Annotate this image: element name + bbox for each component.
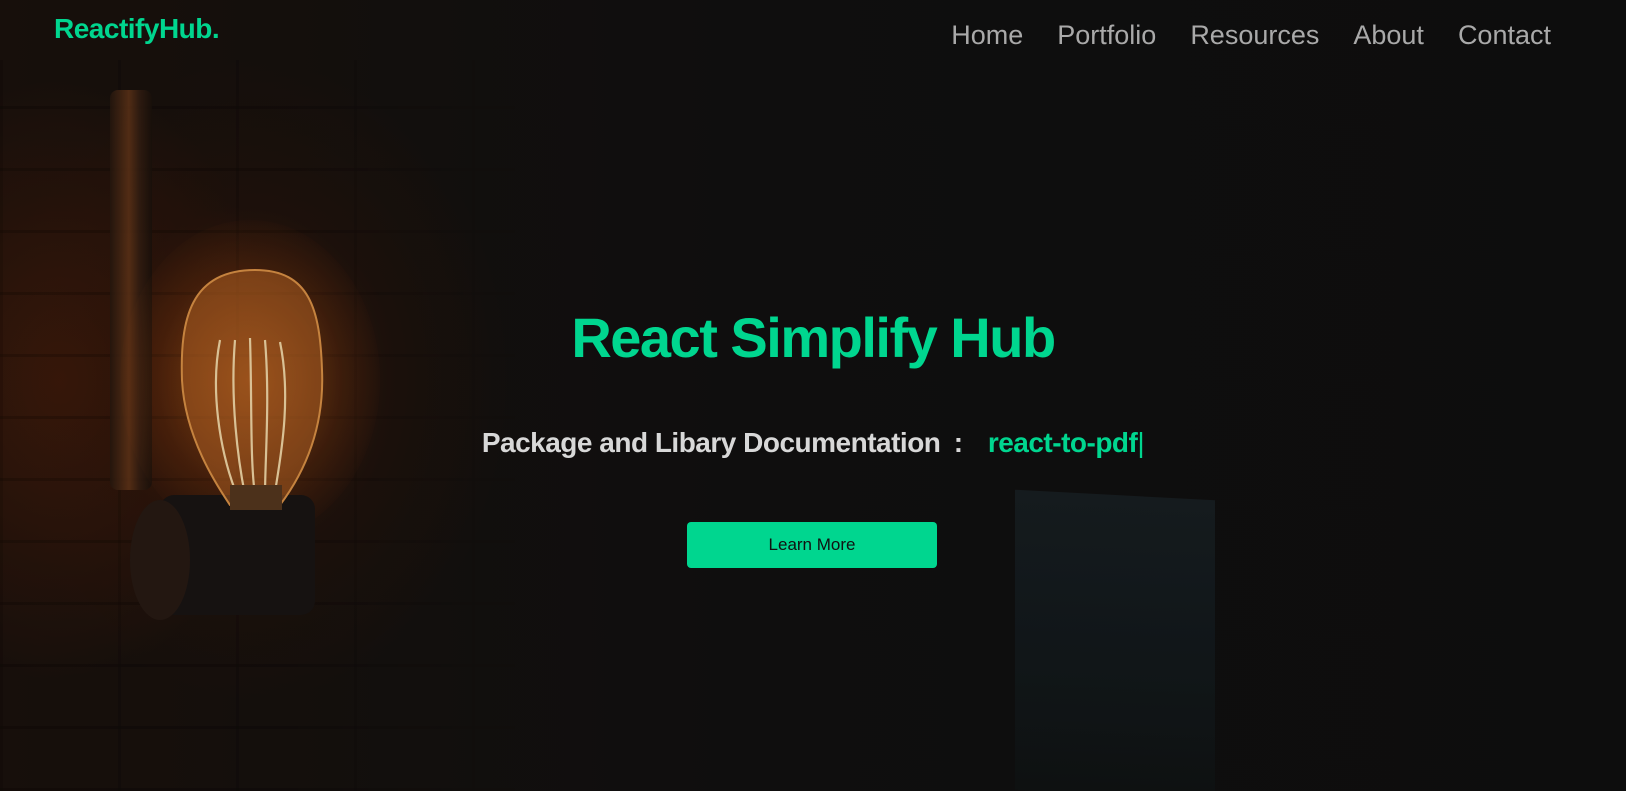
learn-more-button[interactable]: Learn More [687, 522, 937, 568]
hero-section: React Simplify Hub Package and Libary Do… [0, 0, 1626, 791]
subtitle-separator: : [953, 427, 963, 458]
typing-cursor: | [1137, 427, 1145, 458]
hero-title: React Simplify Hub [571, 306, 1056, 369]
subtitle-label: Package and Libary Documentation [481, 427, 941, 458]
typed-package-name: react-to-pdf [987, 427, 1138, 458]
hero-subtitle: Package and Libary Documentation : react… [0, 425, 1626, 461]
